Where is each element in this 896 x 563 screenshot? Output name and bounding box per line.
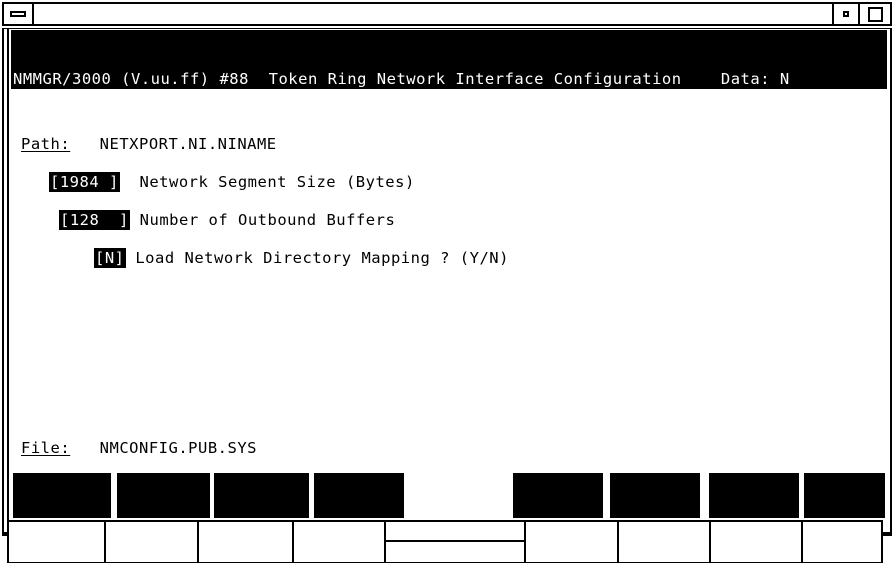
terminal-screen: NMMGR/3000 (V.uu.ff) #88 Token Ring Netw…	[7, 29, 889, 527]
status-box-3[interactable]	[199, 522, 294, 562]
field-row-outbound-buffers: [128 ] Number of Outbound Buffers	[59, 210, 396, 230]
file-row: File: NMCONFIG.PUB.SYS	[21, 439, 257, 458]
fkey-help[interactable]: Help	[709, 473, 799, 518]
outbound-buffers-input[interactable]: [128 ]	[59, 210, 130, 230]
window-titlebar	[2, 2, 892, 26]
status-box-6[interactable]	[526, 522, 619, 562]
fkey-prior-screen[interactable]: Prior Screen	[804, 473, 885, 518]
path-label: Path:	[21, 135, 71, 153]
outbound-buffers-label: Number of Outbound Buffers	[139, 211, 396, 229]
fkey-goto-protocol-line1: Go To	[13, 516, 111, 518]
fkey-goto-internet[interactable]: Go To INTERNET	[214, 473, 309, 518]
status-bar	[7, 520, 883, 563]
screen-body: Path: NETXPORT.NI.NINAME [1984 ] Network…	[11, 91, 887, 464]
path-row: Path: NETXPORT.NI.NINAME	[21, 135, 277, 154]
terminal-window: NMMGR/3000 (V.uu.ff) #88 Token Ring Netw…	[0, 0, 896, 563]
file-value: NMCONFIG.PUB.SYS	[99, 439, 257, 457]
segment-size-label: Network Segment Size (Bytes)	[139, 173, 415, 191]
fkey-blank-5-line1	[408, 516, 513, 518]
fkey-goto-link-line1: Go To	[117, 516, 210, 518]
field-row-segment-size: [1984 ] Network Segment Size (Bytes)	[49, 172, 415, 192]
segment-size-input[interactable]: [1984 ]	[49, 172, 120, 192]
path-value: NETXPORT.NI.NINAME	[99, 135, 277, 153]
status-box-2[interactable]	[106, 522, 199, 562]
fkey-blank-6-line1	[513, 516, 603, 518]
window-title	[38, 4, 828, 24]
fkey-prior-screen-line1: Prior	[804, 516, 885, 518]
header-title-line: NMMGR/3000 (V.uu.ff) #88 Token Ring Netw…	[13, 70, 790, 88]
minimize-glyph	[843, 11, 849, 17]
directory-mapping-input[interactable]: [N]	[94, 248, 126, 268]
status-box-9[interactable]	[803, 522, 883, 562]
fkey-blank-4-line1	[314, 516, 404, 518]
fkey-blank-4[interactable]	[314, 473, 404, 518]
status-box-7[interactable]	[619, 522, 711, 562]
fkey-blank-6[interactable]	[513, 473, 603, 518]
status-box-5-divider	[386, 540, 524, 542]
minimize-icon[interactable]	[832, 4, 860, 24]
directory-mapping-label: Load Network Directory Mapping ? (Y/N)	[135, 249, 509, 267]
maximize-glyph	[867, 6, 883, 22]
status-box-4[interactable]	[294, 522, 386, 562]
function-key-bar: Go To PROTOCOL Go To LINK Go To INTERNET	[13, 473, 885, 518]
fkey-goto-link[interactable]: Go To LINK	[117, 473, 210, 518]
fkey-save-data[interactable]: Save Data	[610, 473, 700, 518]
window-menu-icon[interactable]	[4, 4, 34, 24]
fkey-blank-5[interactable]	[408, 473, 513, 518]
maximize-icon[interactable]	[860, 4, 890, 24]
fkey-help-line1: Help	[709, 516, 799, 518]
window-menu-glyph	[10, 11, 26, 17]
status-box-1[interactable]	[7, 522, 106, 562]
fkey-goto-internet-line1: Go To	[214, 516, 309, 518]
terminal-frame: NMMGR/3000 (V.uu.ff) #88 Token Ring Netw…	[2, 28, 892, 563]
fkey-goto-protocol[interactable]: Go To PROTOCOL	[13, 473, 111, 518]
field-row-directory-mapping: [N] Load Network Directory Mapping ? (Y/…	[94, 248, 509, 268]
fkey-save-data-line1: Save	[610, 516, 700, 518]
screen-header: NMMGR/3000 (V.uu.ff) #88 Token Ring Netw…	[11, 30, 887, 89]
status-box-5[interactable]	[386, 522, 526, 562]
file-label: File:	[21, 439, 71, 457]
status-box-8[interactable]	[711, 522, 803, 562]
